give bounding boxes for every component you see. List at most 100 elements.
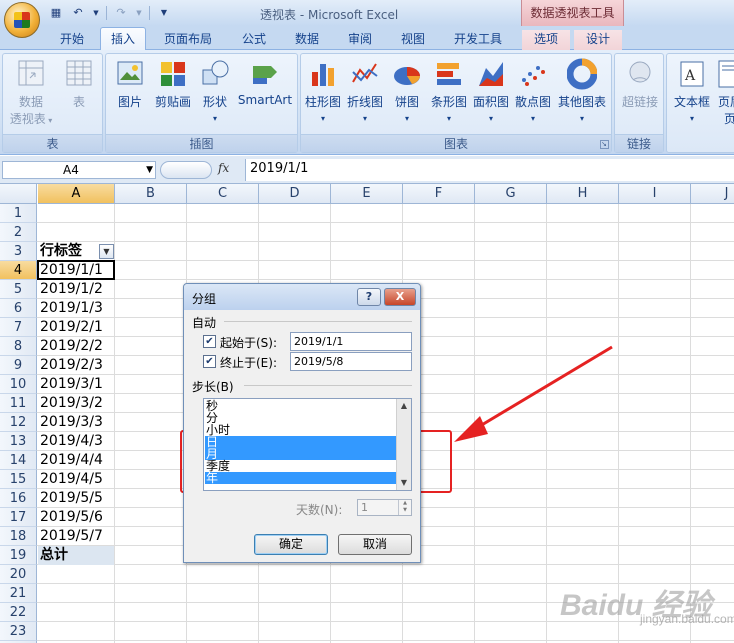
row-header-2[interactable]: 2 bbox=[0, 223, 37, 242]
column-header-c[interactable]: C bbox=[187, 184, 259, 204]
tab-formulas[interactable]: 公式 bbox=[232, 30, 276, 50]
row-header-21[interactable]: 21 bbox=[0, 584, 37, 603]
pivot-row-cell[interactable]: 2019/2/2 bbox=[38, 337, 103, 356]
close-button[interactable]: X bbox=[384, 288, 416, 306]
tab-page-layout[interactable]: 页面布局 bbox=[155, 30, 221, 50]
row-header-11[interactable]: 11 bbox=[0, 394, 37, 413]
row-header-9[interactable]: 9 bbox=[0, 356, 37, 375]
line-chart-button[interactable]: 折线图 ▾ bbox=[345, 58, 385, 124]
row-header-6[interactable]: 6 bbox=[0, 299, 37, 318]
row-header-20[interactable]: 20 bbox=[0, 565, 37, 584]
smartart-button[interactable]: SmartArt bbox=[234, 58, 296, 107]
formula-input[interactable]: 2019/1/1 bbox=[245, 159, 734, 181]
step-option[interactable]: 小时 bbox=[205, 424, 399, 436]
step-option[interactable]: 日 bbox=[205, 436, 399, 448]
step-listbox[interactable]: 秒分小时日月季度年 ▲ ▼ bbox=[203, 398, 412, 491]
step-option[interactable]: 年 bbox=[205, 472, 399, 484]
textbox-button[interactable]: A 文本框 ▾ bbox=[671, 58, 713, 124]
tab-data[interactable]: 数据 bbox=[285, 30, 329, 50]
days-spinner[interactable]: 1 ▲ ▼ bbox=[357, 499, 412, 516]
tab-home[interactable]: 开始 bbox=[50, 30, 94, 50]
tab-view[interactable]: 视图 bbox=[391, 30, 435, 50]
undo-icon[interactable]: ↶ bbox=[70, 5, 86, 21]
start-auto-checkbox[interactable]: ✔ bbox=[203, 335, 216, 348]
row-header-16[interactable]: 16 bbox=[0, 489, 37, 508]
bar-chart-button[interactable]: 条形图 ▾ bbox=[429, 58, 469, 124]
name-box[interactable]: A4 ▼ bbox=[2, 161, 156, 179]
pivot-row-cell[interactable]: 2019/5/5 bbox=[38, 489, 103, 508]
scroll-down-icon[interactable]: ▼ bbox=[397, 476, 411, 490]
picture-button[interactable]: 图片 bbox=[112, 58, 148, 110]
spinner-buttons[interactable]: ▲ ▼ bbox=[398, 500, 411, 515]
tab-review[interactable]: 审阅 bbox=[338, 30, 382, 50]
filter-dropdown-icon[interactable]: ▼ bbox=[99, 244, 114, 259]
pivot-row-cell[interactable]: 2019/3/3 bbox=[38, 413, 103, 432]
tab-options[interactable]: 选项 bbox=[522, 30, 570, 50]
column-header-g[interactable]: G bbox=[475, 184, 547, 204]
step-option[interactable]: 分 bbox=[205, 412, 399, 424]
pivot-row-cell[interactable]: 2019/4/4 bbox=[38, 451, 103, 470]
row-header-8[interactable]: 8 bbox=[0, 337, 37, 356]
office-button[interactable] bbox=[4, 2, 40, 38]
hyperlink-button[interactable]: 超链接 bbox=[617, 58, 663, 110]
pivot-row-cell[interactable]: 2019/2/1 bbox=[38, 318, 103, 337]
row-header-5[interactable]: 5 bbox=[0, 280, 37, 299]
pivot-table-button[interactable]: 数据 透视表 ▾ bbox=[6, 58, 56, 127]
select-all-corner[interactable] bbox=[0, 184, 37, 204]
row-header-14[interactable]: 14 bbox=[0, 451, 37, 470]
end-auto-checkbox[interactable]: ✔ bbox=[203, 355, 216, 368]
redo-dropdown-icon[interactable]: ▼ bbox=[135, 5, 143, 21]
pivot-row-cell[interactable]: 2019/4/3 bbox=[38, 432, 103, 451]
row-header-18[interactable]: 18 bbox=[0, 527, 37, 546]
column-header-i[interactable]: I bbox=[619, 184, 691, 204]
scroll-up-icon[interactable]: ▲ bbox=[397, 399, 411, 413]
other-charts-button[interactable]: 其他图表 ▾ bbox=[555, 58, 609, 124]
spin-down-icon[interactable]: ▼ bbox=[399, 507, 411, 514]
step-option[interactable]: 季度 bbox=[205, 460, 399, 472]
row-header-7[interactable]: 7 bbox=[0, 318, 37, 337]
row-header-1[interactable]: 1 bbox=[0, 204, 37, 223]
column-header-b[interactable]: B bbox=[115, 184, 187, 204]
area-chart-button[interactable]: 面积图 ▾ bbox=[471, 58, 511, 124]
row-header-22[interactable]: 22 bbox=[0, 603, 37, 622]
row-header-10[interactable]: 10 bbox=[0, 375, 37, 394]
row-header-17[interactable]: 17 bbox=[0, 508, 37, 527]
row-header-4[interactable]: 4 bbox=[0, 261, 37, 280]
pivot-row-cell[interactable]: 2019/5/7 bbox=[38, 527, 103, 546]
end-input[interactable]: 2019/5/8 bbox=[290, 352, 412, 371]
step-option[interactable]: 秒 bbox=[205, 400, 399, 412]
listbox-scrollbar[interactable]: ▲ ▼ bbox=[396, 399, 411, 490]
ok-button[interactable]: 确定 bbox=[254, 534, 328, 555]
formula-bar-divider[interactable] bbox=[160, 161, 212, 179]
column-header-f[interactable]: F bbox=[403, 184, 475, 204]
step-option[interactable]: 月 bbox=[205, 448, 399, 460]
tab-design[interactable]: 设计 bbox=[574, 30, 622, 50]
charts-launcher-icon[interactable]: ↘ bbox=[600, 140, 609, 149]
column-header-d[interactable]: D bbox=[259, 184, 331, 204]
customize-qat-icon[interactable]: ▼ bbox=[156, 5, 172, 21]
row-header-19[interactable]: 19 bbox=[0, 546, 37, 565]
shapes-button[interactable]: 形状 ▾ bbox=[198, 58, 232, 124]
tab-insert[interactable]: 插入 bbox=[100, 27, 146, 51]
pivot-row-cell[interactable]: 2019/4/5 bbox=[38, 470, 103, 489]
save-icon[interactable]: ▦ bbox=[48, 5, 64, 21]
tab-developer[interactable]: 开发工具 bbox=[443, 30, 513, 50]
undo-dropdown-icon[interactable]: ▼ bbox=[92, 5, 100, 21]
pie-chart-button[interactable]: 饼图 ▾ bbox=[389, 58, 425, 124]
header-footer-button[interactable]: 页眉 页 bbox=[713, 58, 734, 127]
spin-up-icon[interactable]: ▲ bbox=[399, 500, 411, 507]
pivot-row-cell[interactable]: 2019/1/2 bbox=[38, 280, 103, 299]
redo-icon[interactable]: ↷ bbox=[113, 5, 129, 21]
row-label-header[interactable]: 行标签 bbox=[38, 242, 82, 261]
row-header-15[interactable]: 15 bbox=[0, 470, 37, 489]
column-chart-button[interactable]: 柱形图 ▾ bbox=[303, 58, 343, 124]
scatter-chart-button[interactable]: 散点图 ▾ bbox=[513, 58, 553, 124]
cancel-button[interactable]: 取消 bbox=[338, 534, 412, 555]
column-header-a[interactable]: A bbox=[38, 184, 115, 204]
start-input[interactable]: 2019/1/1 bbox=[290, 332, 412, 351]
help-button[interactable]: ? bbox=[357, 288, 381, 306]
row-header-13[interactable]: 13 bbox=[0, 432, 37, 451]
name-box-dropdown-icon[interactable]: ▼ bbox=[146, 162, 153, 178]
row-header-23[interactable]: 23 bbox=[0, 622, 37, 641]
insert-function-icon[interactable]: fx bbox=[218, 161, 229, 175]
